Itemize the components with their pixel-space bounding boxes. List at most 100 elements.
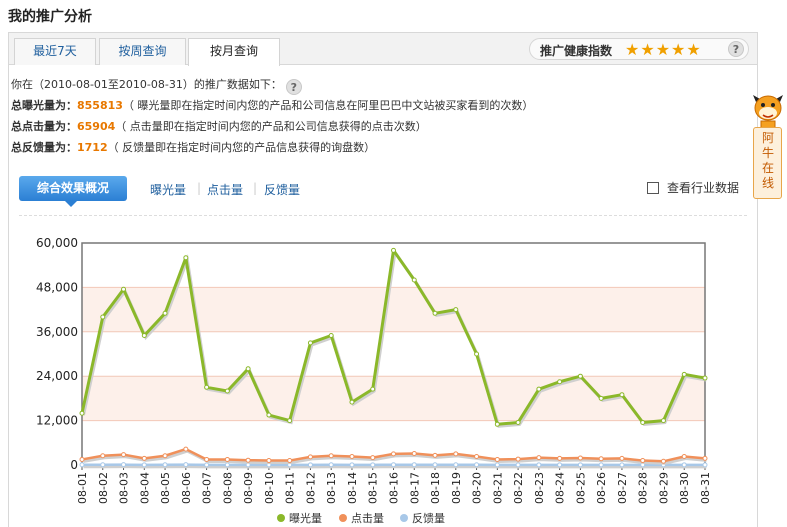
data-point [141,462,147,468]
data-point [328,333,334,338]
feedback-link[interactable]: 反馈量 [264,181,300,198]
tab-weekly[interactable]: 按周查询 [99,38,186,65]
data-point [494,421,500,427]
help-icon[interactable]: ? [285,79,302,95]
data-point [328,462,334,468]
x-tick-label: 08-13 [325,472,338,504]
industry-data-toggle[interactable]: 查看行业数据 [646,179,739,196]
data-point [266,458,272,464]
clicks-value: 65904 [77,120,116,133]
data-point [349,399,355,405]
mascot-icon [753,95,783,129]
chart-subnav: 综合效果概况 曝光量 | 点击量 | 反馈量 查看行业数据 [19,176,747,216]
x-tick-label: 08-07 [201,472,214,504]
data-point [224,462,230,468]
trend-chart: 0 12,000 24,000 36,000 48,000 60,000 08-01 08-0… [0,228,787,527]
aliniu-online-box[interactable]: 阿牛在线 [753,127,782,199]
x-tick-label: 08-26 [595,472,608,504]
data-point [183,255,189,261]
x-tick-label: 08-23 [533,472,546,504]
data-point [619,462,625,468]
page-title: 我的推广分析 [8,9,92,25]
data-point [577,462,583,468]
x-tick-label: 08-17 [408,472,421,504]
x-tick-label: 08-09 [242,472,255,504]
data-point [121,286,127,292]
aliniu-online-widget[interactable]: 阿牛在线 [750,90,787,200]
x-tick-label: 08-08 [221,472,234,504]
data-point [536,462,542,468]
data-point [515,456,521,462]
data-point [494,456,500,462]
data-point [660,418,666,424]
x-tick-label: 08-15 [367,472,380,504]
data-point [432,462,438,468]
data-point [515,419,521,425]
data-point [660,458,666,464]
data-point [370,386,376,392]
checkbox[interactable] [646,182,659,194]
x-tick-label: 08-05 [159,472,172,504]
trend-chart-svg: 0 12,000 24,000 36,000 48,000 60,000 08-01 08-0… [36,236,712,525]
data-point [162,453,168,459]
data-point [183,446,189,452]
feedback-line: 总反馈量为：1712（ 反馈量即在指定时间内您的产品信息获得的询盘数） [11,139,375,155]
data-point [432,310,438,316]
x-tick-label: 08-28 [637,472,650,504]
legend-marker [339,514,347,522]
x-tick-label: 08-20 [471,472,484,504]
data-point [370,462,376,468]
data-point [681,462,687,468]
x-tick-label: 08-10 [263,472,276,504]
plot-band [82,331,705,377]
data-point [328,453,334,459]
data-point [245,366,251,372]
data-point [79,456,85,462]
data-point [307,454,313,460]
panel-header: 最近7天 按周查询 按月查询 推广健康指数 ★★★★★ ? [9,33,757,66]
legend-label: 点击量 [351,512,384,525]
range-prefix: 你在（ [11,78,44,91]
data-point [536,455,542,461]
impressions-value: 855813 [77,99,123,112]
x-tick-label: 08-11 [284,472,297,504]
clicks-link[interactable]: 点击量 [207,181,243,198]
data-point [411,462,417,468]
data-point [577,373,583,379]
data-point [453,462,459,468]
help-icon[interactable]: ? [728,41,744,57]
data-point [681,453,687,459]
divider: | [197,181,202,195]
clicks-desc: （ 点击量即在指定时间内您的产品和公司信息获得的点击次数） [115,120,427,133]
data-point [204,462,210,468]
data-point [702,462,708,468]
data-point [577,455,583,461]
data-point [391,462,396,468]
data-point [515,462,521,468]
data-point [640,458,646,464]
data-point [307,340,313,346]
y-tick-label: 0 [70,458,78,472]
impressions-link[interactable]: 曝光量 [150,181,186,198]
aliniu-online-label: 阿牛在线 [761,131,774,190]
data-point [640,419,646,425]
x-tick-label: 08-01 [76,472,89,504]
data-point [702,375,708,381]
tab-last-7-days[interactable]: 最近7天 [14,38,96,65]
x-tick-label: 08-31 [699,472,712,504]
x-tick-label: 08-18 [429,472,442,504]
data-point [391,247,396,253]
x-tick-label: 08-16 [388,472,401,504]
data-point [287,458,293,464]
tab-monthly[interactable]: 按月查询 [188,38,280,66]
data-point [598,456,604,462]
date-range-line: 你在（2010-08-01至2010-08-31）的推广数据如下：? [11,76,302,95]
data-point [391,451,396,457]
x-tick-label: 08-04 [138,472,151,504]
x-tick-label: 08-02 [97,472,110,504]
range-suffix: ）的推广数据如下： [182,78,282,91]
summary-button[interactable]: 综合效果概况 [19,176,127,207]
data-point [474,453,480,459]
data-point [245,457,251,463]
x-tick-label: 08-06 [180,472,193,504]
